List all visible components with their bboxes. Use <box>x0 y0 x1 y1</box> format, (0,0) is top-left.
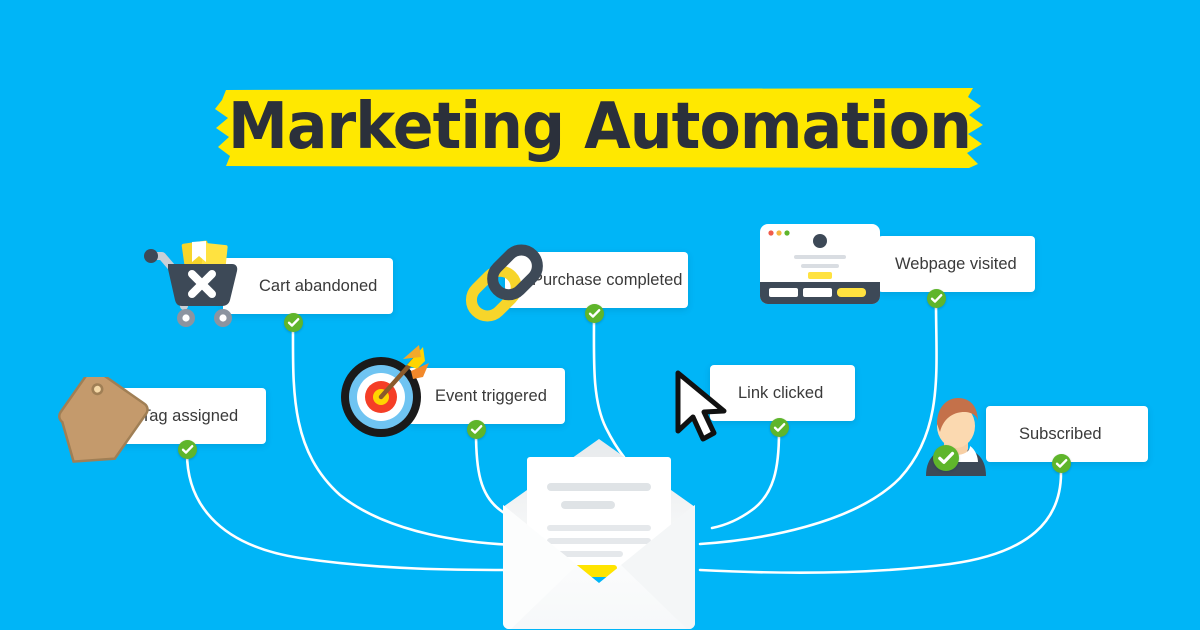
card-label-subscribed: Subscribed <box>1019 424 1102 443</box>
node-purchase-completed[interactable]: Purchase completed <box>458 240 698 330</box>
node-cart-abandoned[interactable]: Cart abandoned <box>140 236 400 336</box>
status-check-subscribed-avatar <box>933 445 959 471</box>
card-label-tag-assigned: Tag assigned <box>141 406 239 425</box>
target-dartboard-icon <box>339 343 433 439</box>
card-label-purchase-completed: Purchase completed <box>532 270 683 289</box>
email-envelope[interactable] <box>499 437 699 630</box>
node-webpage-visited[interactable]: Webpage visited <box>758 222 1048 318</box>
status-check-purchase-completed <box>585 304 604 323</box>
status-check-subscribed <box>1052 454 1071 473</box>
card-label-cart-abandoned: Cart abandoned <box>259 276 378 295</box>
browser-window-icon <box>758 222 882 306</box>
card-label-event-triggered: Event triggered <box>435 386 547 405</box>
link-purchase-completed <box>592 313 626 459</box>
marketing-automation-infographic: Marketing Automation Cart abandoned Purc… <box>0 0 1200 630</box>
shopping-cart-icon <box>140 236 245 328</box>
card-label-webpage-visited: Webpage visited <box>895 254 1017 273</box>
status-check-tag-assigned <box>178 440 197 459</box>
node-tag-assigned[interactable]: Tag assigned <box>46 368 296 475</box>
mouse-cursor-icon <box>668 367 738 447</box>
page-title: Marketing Automation <box>227 89 972 164</box>
card-cart-abandoned[interactable]: Cart abandoned <box>223 258 393 314</box>
status-check-webpage-visited <box>927 289 946 308</box>
card-label-link-clicked: Link clicked <box>738 383 824 402</box>
title-banner: Marketing Automation <box>212 86 987 170</box>
chain-link-icon <box>458 244 548 322</box>
status-check-link-clicked <box>770 418 789 437</box>
node-event-triggered[interactable]: Event triggered <box>337 341 577 441</box>
card-webpage-visited[interactable]: Webpage visited <box>878 236 1035 292</box>
node-subscribed[interactable]: Subscribed <box>918 392 1158 492</box>
status-check-cart-abandoned <box>284 313 303 332</box>
status-check-event-triggered <box>467 420 486 439</box>
price-tag-icon <box>46 368 150 473</box>
